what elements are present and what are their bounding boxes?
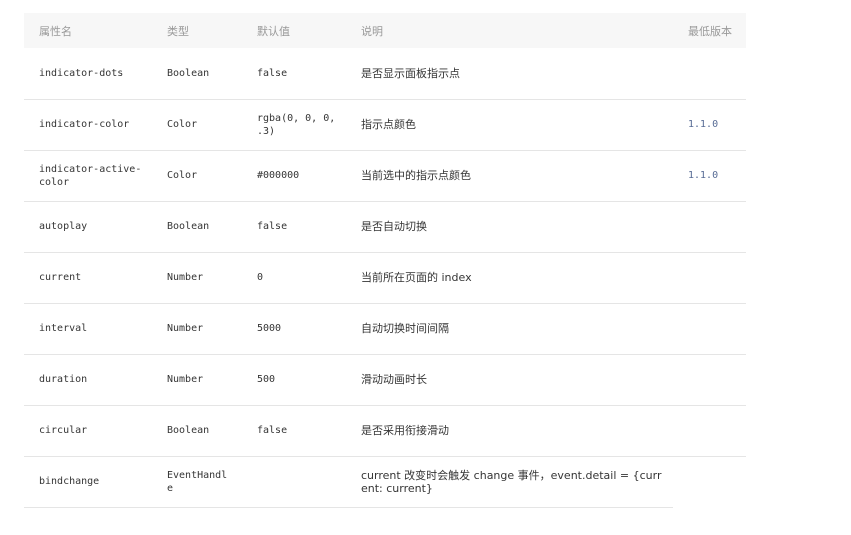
header-type: 类型	[167, 24, 189, 38]
header-version: 最低版本	[688, 24, 732, 38]
cell-type: Color	[152, 150, 242, 202]
cell-name: bindchange	[24, 456, 152, 508]
cell-description: 指示点颜色	[346, 99, 673, 151]
cell-description: 是否采用衔接滑动	[346, 405, 673, 457]
cell-type: Color	[152, 99, 242, 151]
cell-name: current	[24, 252, 152, 304]
cell-default: 0	[242, 252, 346, 304]
cell-version	[673, 456, 746, 507]
cell-name: indicator-active-color	[24, 150, 152, 202]
table-row: current Number 0 当前所在页面的 index	[24, 252, 746, 304]
cell-version	[673, 303, 746, 355]
cell-version	[673, 48, 746, 100]
cell-name: autoplay	[24, 201, 152, 253]
properties-table-container: 属性名 类型 默认值 说明 最低版本 indicator-dots Boolea…	[24, 13, 746, 508]
cell-default: false	[242, 48, 346, 100]
table-header-row: 属性名 类型 默认值 说明 最低版本	[24, 13, 746, 48]
table-header: 属性名 类型 默认值 说明 最低版本	[24, 13, 746, 48]
cell-description: 自动切换时间间隔	[346, 303, 673, 355]
cell-name: indicator-dots	[24, 48, 152, 100]
cell-default: #000000	[242, 150, 346, 202]
header-description: 说明	[361, 24, 383, 38]
table-row: indicator-color Color rgba(0, 0, 0, .3) …	[24, 99, 746, 151]
cell-version: 1.1.0	[673, 150, 746, 202]
cell-version	[673, 405, 746, 457]
properties-table: 属性名 类型 默认值 说明 最低版本 indicator-dots Boolea…	[24, 13, 746, 508]
cell-type: EventHandle	[152, 456, 242, 508]
cell-name: interval	[24, 303, 152, 355]
cell-description: 当前选中的指示点颜色	[346, 150, 673, 202]
cell-version	[673, 354, 746, 406]
table-row: duration Number 500 滑动动画时长	[24, 354, 746, 406]
table-row: indicator-active-color Color #000000 当前选…	[24, 150, 746, 202]
cell-default: false	[242, 201, 346, 253]
cell-description: 是否显示面板指示点	[346, 48, 673, 100]
cell-default	[242, 456, 346, 508]
cell-description: 是否自动切换	[346, 201, 673, 253]
cell-type: Boolean	[152, 201, 242, 253]
cell-type: Number	[152, 354, 242, 406]
cell-description: 当前所在页面的 index	[346, 252, 673, 304]
cell-description: 滑动动画时长	[346, 354, 673, 406]
cell-description: current 改变时会触发 change 事件，event.detail = …	[346, 456, 673, 508]
cell-name: duration	[24, 354, 152, 406]
table-row: indicator-dots Boolean false 是否显示面板指示点	[24, 48, 746, 100]
cell-type: Boolean	[152, 48, 242, 100]
cell-name: circular	[24, 405, 152, 457]
cell-version	[673, 201, 746, 253]
table-body: indicator-dots Boolean false 是否显示面板指示点 i…	[24, 48, 746, 508]
cell-version	[673, 252, 746, 304]
cell-default: 500	[242, 354, 346, 406]
table-row: autoplay Boolean false 是否自动切换	[24, 201, 746, 253]
header-name: 属性名	[39, 24, 72, 38]
table-row: interval Number 5000 自动切换时间间隔	[24, 303, 746, 355]
cell-version: 1.1.0	[673, 99, 746, 151]
cell-type: Number	[152, 303, 242, 355]
cell-type: Boolean	[152, 405, 242, 457]
cell-name: indicator-color	[24, 99, 152, 151]
table-row: circular Boolean false 是否采用衔接滑动	[24, 405, 746, 457]
header-default: 默认值	[257, 24, 290, 38]
cell-default: false	[242, 405, 346, 457]
cell-default: 5000	[242, 303, 346, 355]
table-row: bindchange EventHandle current 改变时会触发 ch…	[24, 456, 746, 508]
cell-type: Number	[152, 252, 242, 304]
cell-default: rgba(0, 0, 0, .3)	[242, 99, 346, 151]
